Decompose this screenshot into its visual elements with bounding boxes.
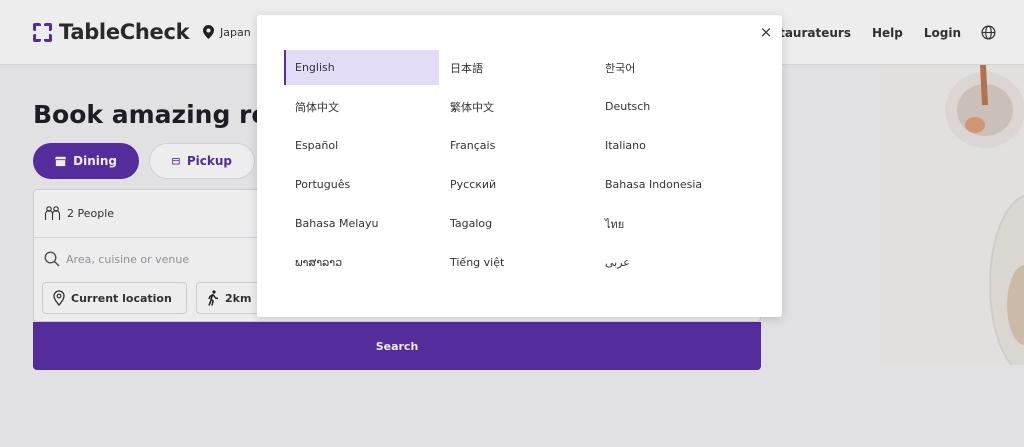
language-option[interactable]: Italiano <box>594 128 749 163</box>
language-option[interactable]: ພາສາລາວ <box>284 245 439 280</box>
language-option[interactable]: Tagalog <box>439 206 594 241</box>
language-option[interactable]: 한국어 <box>594 50 749 85</box>
language-option[interactable]: Français <box>439 128 594 163</box>
close-icon[interactable]: × <box>757 23 775 41</box>
language-option[interactable]: Tiếng việt <box>439 245 594 280</box>
language-option[interactable]: 繁体中文 <box>439 89 594 124</box>
language-option[interactable]: Português <box>284 167 439 202</box>
language-option[interactable]: Русский <box>439 167 594 202</box>
language-option[interactable]: 简体中文 <box>284 89 439 124</box>
language-modal: × English 日本語 한국어 简体中文 繁体中文 Deutsch Español Fra… <box>257 15 782 317</box>
language-option[interactable]: English <box>284 50 439 85</box>
language-option[interactable]: Bahasa Melayu <box>284 206 439 241</box>
language-option[interactable]: عربى <box>594 245 749 280</box>
language-option[interactable]: 日本語 <box>439 50 594 85</box>
language-option[interactable]: Deutsch <box>594 89 749 124</box>
language-option[interactable]: Bahasa Indonesia <box>594 167 749 202</box>
language-list: English 日本語 한국어 简体中文 繁体中文 Deutsch Español Franç… <box>284 50 749 280</box>
language-option[interactable]: ไทย <box>594 206 749 241</box>
language-option[interactable]: Español <box>284 128 439 163</box>
